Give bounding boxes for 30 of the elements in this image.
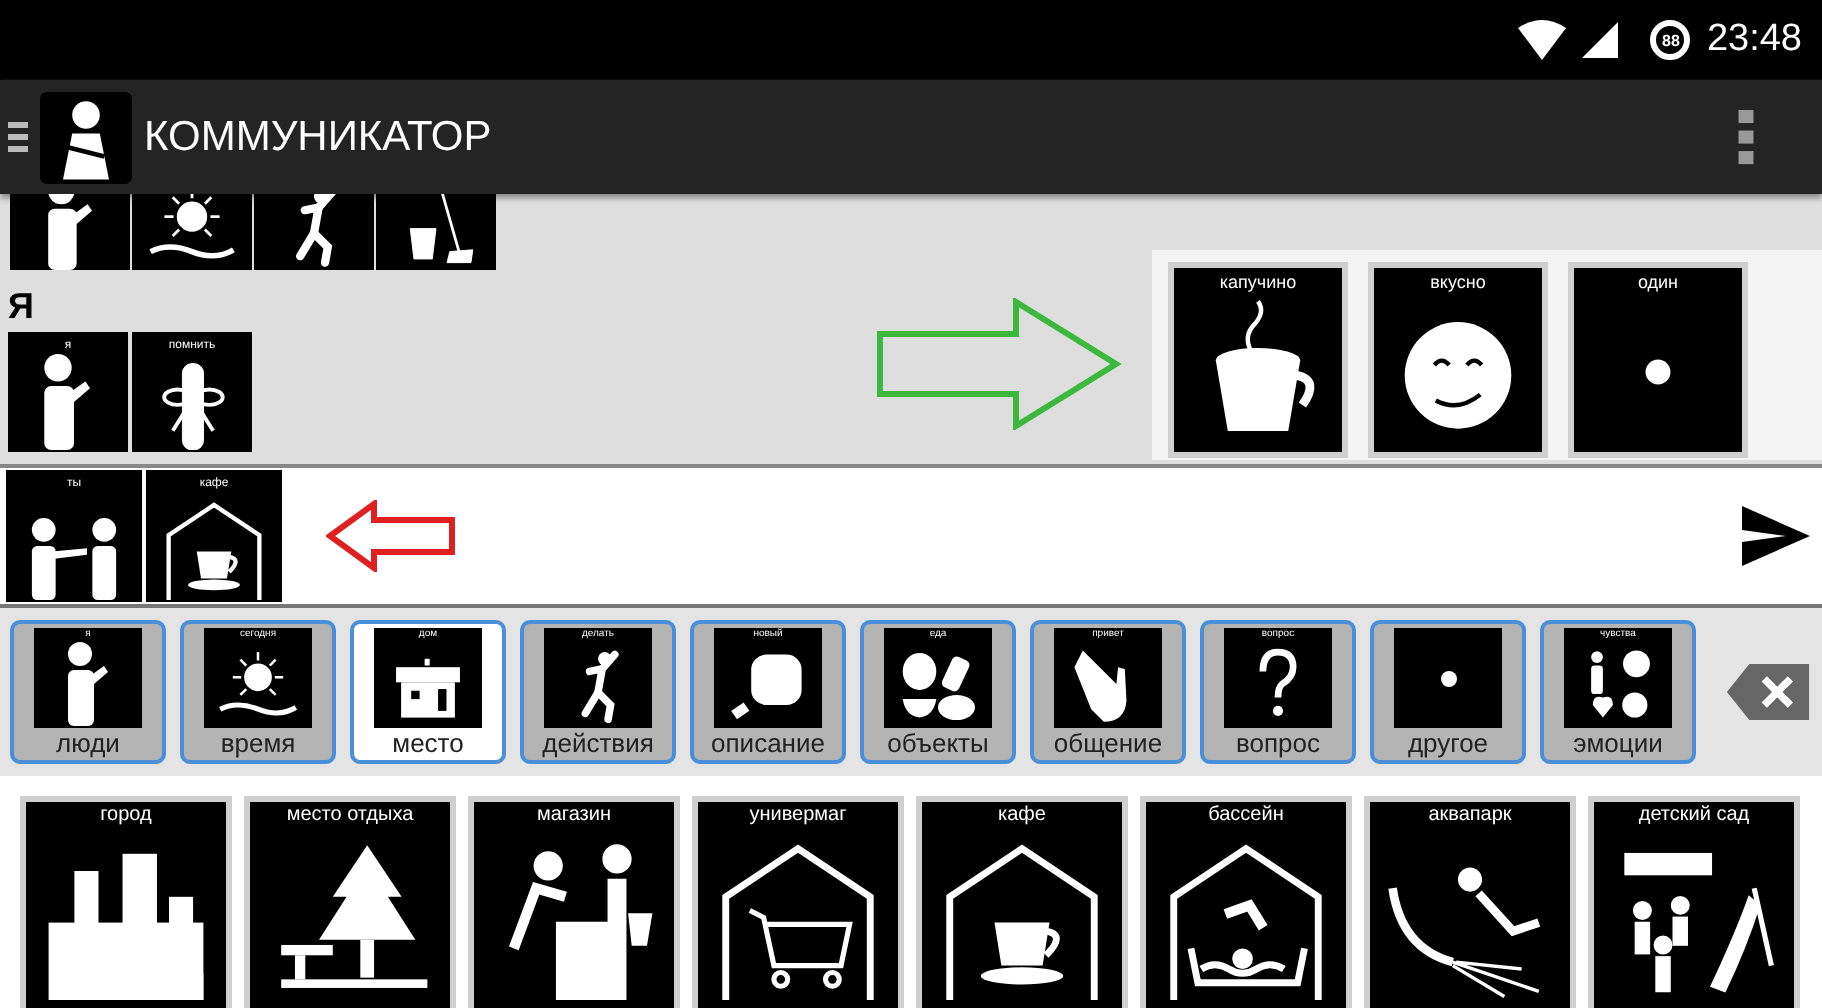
symbol-card[interactable]: универмаг	[698, 802, 898, 1008]
section-heading: Я	[8, 286, 36, 328]
symbol-card[interactable]: магазин	[474, 802, 674, 1008]
person-icon	[42, 354, 94, 450]
overflow-menu-icon[interactable]	[1738, 109, 1754, 165]
symbol-card[interactable]: аквапарк	[1370, 802, 1570, 1008]
symbol-card[interactable]: кафе	[922, 802, 1122, 1008]
wifi-icon	[1518, 20, 1567, 60]
menu-icon[interactable]	[8, 117, 28, 157]
symbol-card[interactable]: один	[1574, 268, 1742, 452]
right-arrow-icon	[876, 298, 1124, 430]
dot-icon	[1439, 669, 1457, 687]
symbol-card[interactable]: город	[26, 802, 226, 1008]
symbol-card[interactable]: капучино	[1174, 268, 1342, 452]
symbol-card[interactable]: вкусно	[1374, 268, 1542, 452]
symbol-card[interactable]: место отдыха	[250, 802, 450, 1008]
person-icon	[66, 642, 110, 726]
symbol-card[interactable]: бассейн	[1146, 802, 1346, 1008]
dot-icon	[1644, 357, 1672, 385]
figure-logo-icon	[40, 91, 132, 183]
send-icon[interactable]	[1742, 506, 1810, 566]
signal-icon	[1582, 22, 1619, 58]
category-tab[interactable]: другое	[1370, 620, 1526, 764]
left-arrow-icon	[326, 500, 458, 572]
app-title: КОММУНИКАТОР	[144, 113, 494, 161]
clock: 23:48	[1706, 18, 1802, 62]
backspace-icon[interactable]	[1726, 664, 1810, 720]
symbol-card[interactable]: детский сад	[1594, 802, 1794, 1008]
person-icon	[45, 194, 95, 270]
battery-indicator: 88	[1650, 20, 1691, 60]
